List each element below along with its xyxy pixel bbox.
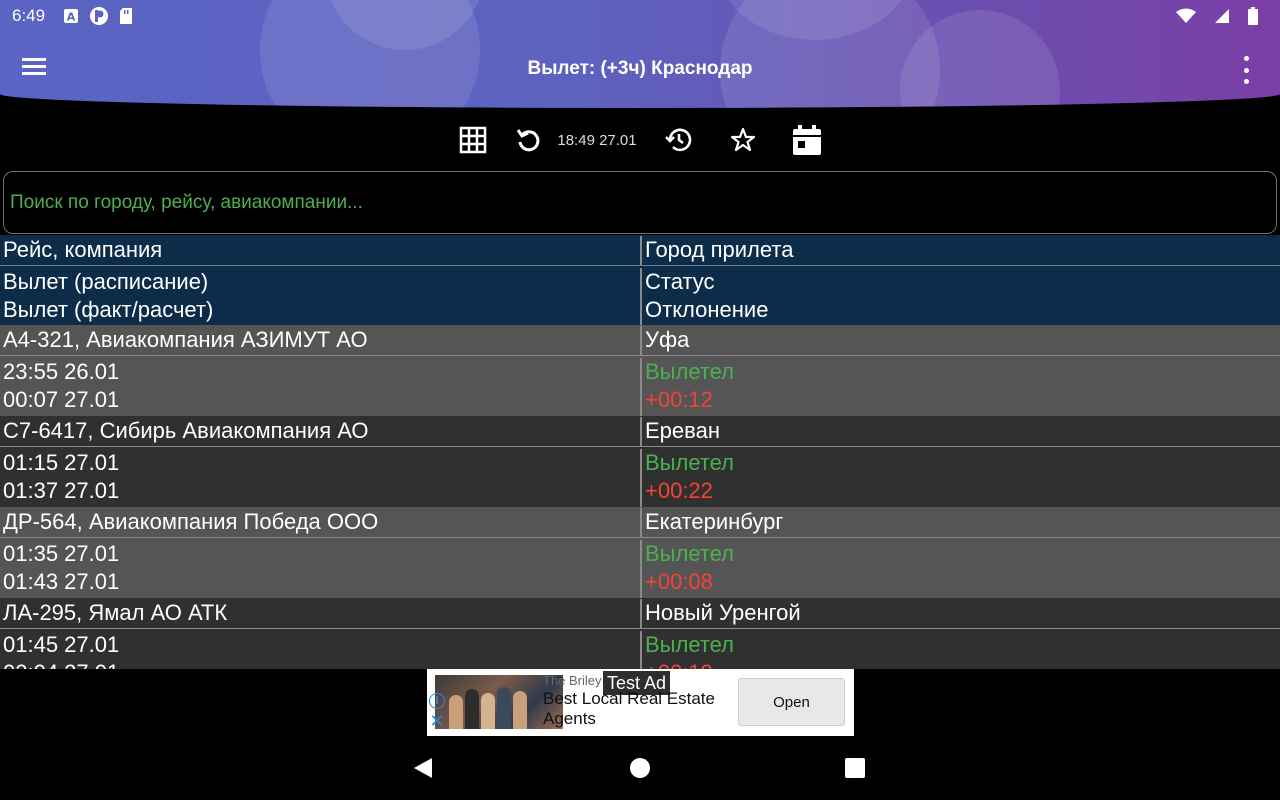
deviation-text: +00:08	[645, 569, 713, 594]
sd-card-icon	[119, 7, 133, 25]
calendar-icon[interactable]	[789, 122, 825, 158]
back-icon[interactable]	[412, 756, 434, 784]
header-actual: Вылет (факт/расчет)	[3, 297, 214, 322]
scheduled-time: 01:45 27.01	[3, 632, 120, 657]
status-time: 6:49	[12, 6, 46, 25]
header-destination: Город прилета	[640, 236, 1280, 265]
header-deviation: Отклонение	[645, 297, 769, 322]
scheduled-time: 01:15 27.01	[3, 450, 120, 475]
ad-headline: Best Local Real Estate Agents	[543, 689, 715, 728]
battery-icon	[1248, 7, 1258, 25]
info-icon[interactable]: i	[429, 693, 445, 709]
toolbar: 18:49 27.01	[0, 118, 1280, 162]
table-row[interactable]: С7-6417, Сибирь Авиакомпания АО Ереван 0…	[0, 416, 1280, 507]
star-icon[interactable]	[725, 122, 761, 158]
svg-text:A: A	[67, 11, 76, 24]
grid-icon[interactable]	[455, 122, 491, 158]
update-time: 18:49 27.01	[557, 131, 637, 149]
circle-p-icon	[89, 6, 109, 26]
destination-city: Уфа	[640, 326, 1280, 355]
destination-city: Екатеринбург	[640, 508, 1280, 537]
header-scheduled: Вылет (расписание)	[3, 269, 209, 294]
home-icon[interactable]	[629, 757, 651, 783]
actual-time: 01:43 27.01	[3, 569, 120, 594]
flight-company: ДР-564, Авиакомпания Победа ООО	[3, 509, 379, 534]
deviation-text: +00:22	[645, 478, 713, 503]
signal-icon	[1214, 8, 1230, 24]
header-flight-company: Рейс, компания	[3, 237, 163, 262]
test-ad-label: Test Ad	[603, 671, 671, 695]
wifi-icon	[1176, 8, 1196, 24]
status-text: Вылетел	[645, 450, 734, 475]
status-text: Вылетел	[645, 359, 734, 384]
deviation-text: +00:12	[645, 387, 713, 412]
flight-company: ЛА-295, Ямал АО АТК	[3, 600, 228, 625]
flights-table: Рейс, компания Город прилета Вылет (расп…	[0, 235, 1280, 669]
scheduled-time: 01:35 27.01	[3, 541, 120, 566]
table-row[interactable]: ДР-564, Авиакомпания Победа ООО Екатерин…	[0, 507, 1280, 598]
status-bar: 6:49 A	[0, 0, 1280, 32]
a-box-icon: A	[63, 8, 79, 24]
scheduled-time: 23:55 26.01	[3, 359, 120, 384]
actual-time: 00:07 27.01	[3, 387, 120, 412]
search-box[interactable]	[3, 171, 1277, 234]
page-title: Вылет: (+3ч) Краснодар	[527, 58, 753, 79]
table-header: Рейс, компания Город прилета Вылет (расп…	[0, 235, 1280, 325]
destination-city: Ереван	[640, 417, 1280, 446]
actual-time: 02:04 27.01	[3, 659, 640, 669]
history-icon[interactable]	[661, 122, 697, 158]
more-vert-icon[interactable]	[1236, 56, 1256, 84]
search-input[interactable]	[4, 172, 1276, 233]
actual-time: 01:37 27.01	[3, 478, 120, 503]
status-text: Вылетел	[645, 632, 734, 657]
system-nav-bar	[0, 736, 1280, 800]
table-row[interactable]: ЛА-295, Ямал АО АТК Новый Уренгой 01:45 …	[0, 598, 1280, 669]
hamburger-icon[interactable]	[22, 54, 52, 84]
destination-city: Новый Уренгой	[640, 599, 1280, 628]
flight-company: С7-6417, Сибирь Авиакомпания АО	[3, 418, 369, 443]
ad-open-button[interactable]: Open	[738, 678, 845, 726]
recents-icon[interactable]	[845, 758, 865, 782]
deviation-text: +00:19	[645, 659, 1280, 669]
ad-brand: The Briley	[543, 673, 602, 688]
status-text: Вылетел	[645, 541, 734, 566]
refresh-icon[interactable]	[511, 122, 547, 158]
flight-company: А4-321, Авиакомпания АЗИМУТ АО	[3, 327, 368, 352]
close-icon[interactable]: ✕	[429, 713, 445, 731]
header-status: Статус	[645, 269, 715, 294]
ad-banner[interactable]: i ✕ The Briley Best Local Real Estate Ag…	[427, 669, 854, 736]
table-row[interactable]: А4-321, Авиакомпания АЗИМУТ АО Уфа 23:55…	[0, 325, 1280, 416]
